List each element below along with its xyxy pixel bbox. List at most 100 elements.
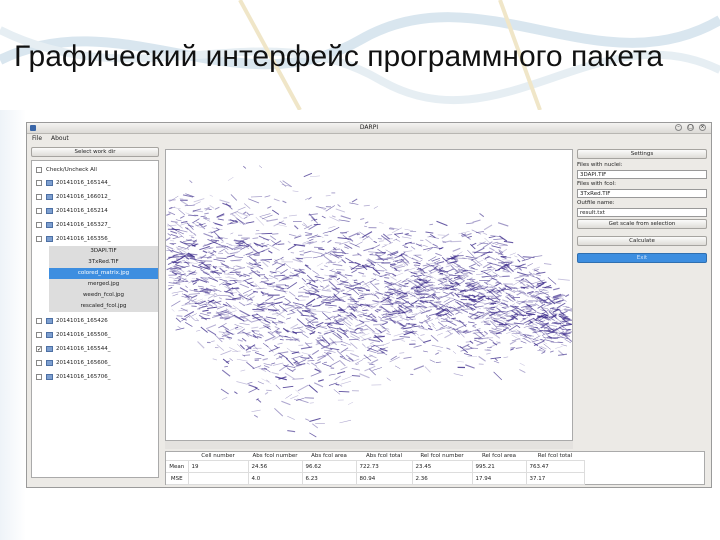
folder-checkbox[interactable] <box>36 222 42 228</box>
folder-checkbox[interactable]: ✓ <box>36 346 42 353</box>
results-column-header: Cell number <box>188 452 248 461</box>
slide-title: Графический интерфейс программного пакет… <box>14 40 664 73</box>
scale-from-selection-button[interactable]: Get scale from selection <box>577 219 707 229</box>
menu-bar: File About <box>27 134 711 143</box>
check-all-row[interactable]: Check/Uncheck All <box>32 164 158 176</box>
check-all-checkbox[interactable] <box>36 167 42 173</box>
folder-label: 20141016_165426 <box>56 318 108 324</box>
results-column-header: Rel fcol area <box>472 452 526 461</box>
folder-row[interactable]: 20141016_165356_ <box>32 233 158 245</box>
folder-label: 20141016_165356_ <box>56 236 111 242</box>
menu-about[interactable]: About <box>51 135 69 142</box>
folder-row[interactable]: 20141016_165144_ <box>32 177 158 189</box>
results-cell[interactable]: 19 <box>188 460 249 473</box>
folder-row[interactable]: 20141016_165327_ <box>32 219 158 231</box>
results-column-header: Abs fcol number <box>248 452 302 461</box>
folder-row[interactable]: 20141016_165606_ <box>32 357 158 369</box>
background-side <box>0 110 26 540</box>
folder-label: 20141016_165706_ <box>56 374 111 380</box>
results-row-label: MSE <box>166 472 189 485</box>
results-row: MSE 4.0 6.23 80.94 2.36 17.94 37.17 <box>166 472 585 485</box>
folder-row[interactable]: 20141016_165214 <box>32 205 158 217</box>
folder-label: 20141016_165606_ <box>56 360 111 366</box>
folder-checkbox[interactable] <box>36 374 42 380</box>
folder-icon <box>46 236 53 242</box>
folder-label: 20141016_165506_ <box>56 332 111 338</box>
outfile-label: Outfile name: <box>577 200 615 206</box>
image-scrollbar[interactable] <box>165 441 573 449</box>
folder-row[interactable]: 20141016_165706_ <box>32 371 158 383</box>
image-viewer[interactable] <box>165 149 573 441</box>
folder-icon <box>46 222 53 228</box>
file-item[interactable]: 3DAPI.TIF <box>49 246 158 257</box>
results-table: Cell number Abs fcol number Abs fcol area A… <box>165 451 705 485</box>
folder-row[interactable]: 20141016_165506_ <box>32 329 158 341</box>
results-cell[interactable]: 17.94 <box>472 472 527 485</box>
folder-checkbox[interactable] <box>36 180 42 186</box>
nuclei-label: Files with nuclei: <box>577 162 623 168</box>
file-item[interactable]: rescaled_fcol.jpg <box>49 301 158 312</box>
results-cell[interactable]: 995.21 <box>472 460 527 473</box>
folder-icon <box>46 194 53 200</box>
minimize-icon[interactable]: – <box>675 124 682 131</box>
calculate-button[interactable]: Calculate <box>577 236 707 246</box>
results-cell[interactable]: 722.73 <box>356 460 413 473</box>
results-header-row: Cell number Abs fcol number Abs fcol area A… <box>166 452 584 461</box>
results-cell[interactable]: 24.56 <box>248 460 303 473</box>
folder-checkbox[interactable] <box>36 194 42 200</box>
results-cell[interactable] <box>188 472 249 485</box>
results-column-header: Rel fcol number <box>412 452 472 461</box>
results-cell[interactable]: 6.23 <box>302 472 357 485</box>
results-row: Mean 19 24.56 96.62 722.73 23.45 995.21 763.47 <box>166 460 585 473</box>
close-icon[interactable]: × <box>699 124 706 131</box>
folder-checkbox[interactable] <box>36 360 42 366</box>
settings-panel: Settings Files with nuclei: 3DAPI.TIF Fi… <box>577 149 709 289</box>
exit-button[interactable]: Exit <box>577 253 707 263</box>
fcol-input[interactable]: 3TxRed.TIF <box>577 189 707 198</box>
fcol-label: Files with fcol: <box>577 181 616 187</box>
folder-label: 20141016_165544_ <box>56 346 111 352</box>
results-cell[interactable]: 4.0 <box>248 472 303 485</box>
maximize-icon[interactable]: □ <box>687 124 694 131</box>
folder-icon <box>46 318 53 324</box>
results-cell[interactable]: 80.94 <box>356 472 413 485</box>
folder-checkbox[interactable] <box>36 318 42 324</box>
folder-label: 20141016_165327_ <box>56 222 111 228</box>
settings-button[interactable]: Settings <box>577 149 707 159</box>
check-all-label: Check/Uncheck All <box>46 167 97 173</box>
folder-row[interactable]: ✓ 20141016_165544_ <box>32 343 158 355</box>
file-item[interactable]: weedn_fcol.jpg <box>49 290 158 301</box>
folder-icon <box>46 180 53 186</box>
folder-icon <box>46 332 53 338</box>
results-cell[interactable]: 37.17 <box>526 472 585 485</box>
results-column-header: Abs fcol area <box>302 452 356 461</box>
app-window: DARPI – □ × File About Select work dir C… <box>26 122 712 488</box>
folder-checkbox[interactable] <box>36 236 42 242</box>
nuclei-input[interactable]: 3DAPI.TIF <box>577 170 707 179</box>
results-cell[interactable]: 763.47 <box>526 460 585 473</box>
folder-checkbox[interactable] <box>36 332 42 338</box>
results-row-label: Mean <box>166 460 189 473</box>
file-item[interactable]: merged.jpg <box>49 279 158 290</box>
folder-icon <box>46 360 53 366</box>
folder-icon <box>46 346 53 352</box>
results-cell[interactable]: 96.62 <box>302 460 357 473</box>
folder-label: 20141016_166012_ <box>56 194 111 200</box>
folder-row[interactable]: 20141016_166012_ <box>32 191 158 203</box>
results-cell[interactable]: 23.45 <box>412 460 473 473</box>
folder-label: 20141016_165214 <box>56 208 108 214</box>
outfile-input[interactable]: result.txt <box>577 208 707 217</box>
file-item[interactable]: colored_matrix.jpg <box>49 268 158 279</box>
folder-checkbox[interactable] <box>36 208 42 214</box>
file-panel: Select work dir Check/Uncheck All 201410… <box>31 147 159 485</box>
file-tree[interactable]: Check/Uncheck All 20141016_165144_ 201410… <box>31 160 159 478</box>
window-titlebar: DARPI – □ × <box>27 123 711 134</box>
results-column-header: Rel fcol total <box>526 452 584 461</box>
menu-file[interactable]: File <box>32 135 42 142</box>
folder-label: 20141016_165144_ <box>56 180 111 186</box>
results-corner <box>166 452 188 461</box>
select-work-dir-button[interactable]: Select work dir <box>31 147 159 157</box>
folder-row[interactable]: 20141016_165426 <box>32 315 158 327</box>
results-cell[interactable]: 2.36 <box>412 472 473 485</box>
file-item[interactable]: 3TxRed.TIF <box>49 257 158 268</box>
